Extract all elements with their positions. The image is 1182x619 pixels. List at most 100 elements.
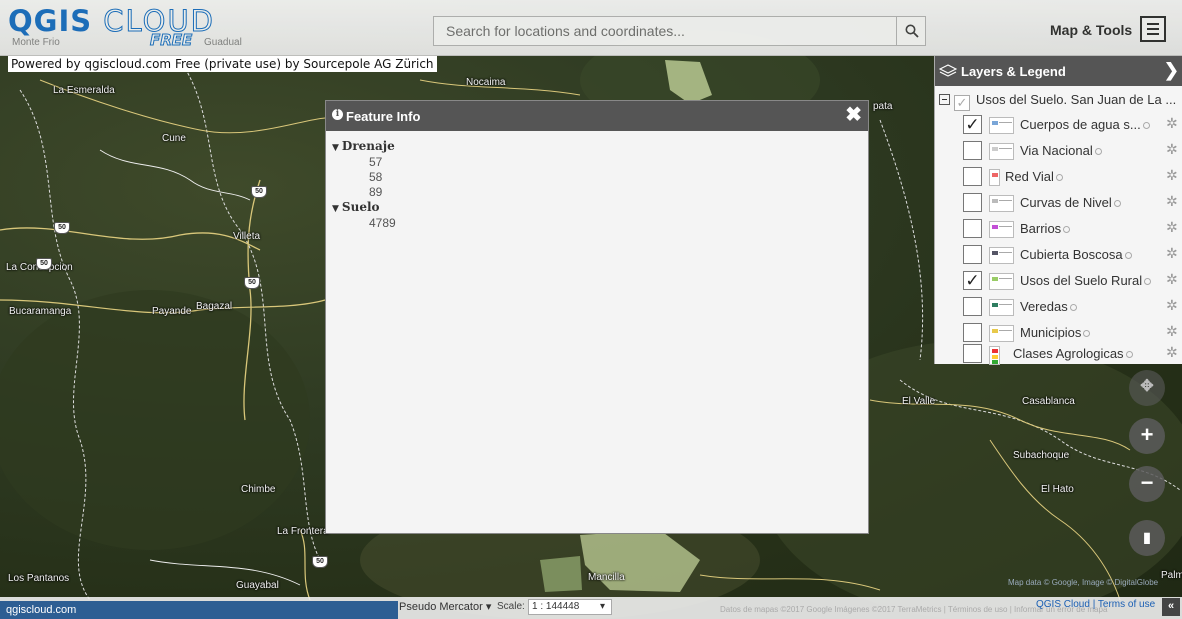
place-label: Palm (1161, 570, 1182, 581)
collapse-icon[interactable] (939, 94, 950, 105)
place-label: Bagazal (196, 301, 233, 312)
gear-icon[interactable]: ✲ (1166, 344, 1178, 361)
app-header: QGIS CLOUD FREE Monte Frio Guadual Map &… (0, 0, 1182, 56)
crs-selector[interactable]: Pseudo Mercator ▾ (399, 600, 491, 613)
gear-icon[interactable]: ✲ (1166, 271, 1178, 288)
legend-thumbnail (989, 169, 1000, 186)
gear-icon[interactable]: ✲ (1166, 115, 1178, 132)
layer-group-root[interactable]: ✓ Usos del Suelo. San Juan de La ... (939, 92, 1176, 111)
legend-thumbnail (989, 117, 1014, 134)
place-label: Nocaima (466, 77, 506, 88)
place-label: El Hato (1041, 484, 1074, 495)
layer-checkbox[interactable] (963, 219, 982, 238)
feature-info-dialog: i Feature Info ✖ ▼ Drenaje 57 58 89 ▼ Suel… (325, 100, 869, 534)
gear-icon[interactable]: ✲ (1166, 193, 1178, 210)
feature-info-title: Feature Info (346, 109, 421, 124)
info-dot-icon[interactable] (1055, 174, 1063, 181)
gear-icon[interactable]: ✲ (1166, 245, 1178, 262)
info-dot-icon[interactable] (1125, 351, 1133, 358)
map-tools-label[interactable]: Map & Tools (1050, 22, 1132, 38)
layer-checkbox[interactable] (963, 323, 982, 342)
layers-panel-header[interactable]: Layers & Legend ❯ (935, 56, 1182, 86)
place-label: Chimbe (241, 484, 276, 495)
info-dot-icon[interactable] (1113, 200, 1121, 207)
qgis-cloud-logo[interactable]: QGIS CLOUD FREE Monte Frio Guadual (8, 4, 242, 52)
road-shield: 50 (251, 186, 267, 198)
layer-row-veredas[interactable]: Veredas ✲ (963, 294, 1181, 320)
layer-checkbox[interactable]: ✓ (963, 271, 982, 290)
legend-thumbnail (989, 325, 1014, 342)
crosshair-icon: ✥ (1140, 378, 1154, 395)
legend-thumbnail (989, 143, 1014, 160)
chevron-right-icon[interactable]: ❯ (1164, 60, 1179, 81)
info-dot-icon[interactable] (1144, 278, 1152, 285)
layer-row-cubierta-boscosa[interactable]: Cubierta Boscosa ✲ (963, 242, 1181, 268)
info-icon: i (332, 109, 343, 120)
layer-row-via-nacional[interactable]: Via Nacional ✲ (963, 138, 1181, 164)
layer-row-curvas-de-nivel[interactable]: Curvas de Nivel ✲ (963, 190, 1181, 216)
info-dot-icon[interactable] (1094, 148, 1102, 155)
overlay-place-label: Guadual (204, 37, 242, 48)
group-checkbox[interactable]: ✓ (954, 95, 970, 111)
layer-checkbox[interactable] (963, 245, 982, 264)
feature-info-tree: ▼ Drenaje 57 58 89 ▼ Suelo 4789 (326, 131, 868, 231)
feature-info-titlebar[interactable]: i Feature Info ✖ (326, 101, 868, 131)
gear-icon[interactable]: ✲ (1166, 219, 1178, 236)
logo-free-badge: FREE (149, 31, 193, 50)
road-shield: 50 (54, 222, 70, 234)
layer-checkbox[interactable] (963, 193, 982, 212)
layers-panel-title: Layers & Legend (961, 64, 1066, 79)
zoom-out-button[interactable]: − (1129, 466, 1165, 502)
collapse-footer-button[interactable]: « (1162, 598, 1180, 616)
place-label: El Valle (902, 396, 936, 407)
layer-checkbox[interactable] (963, 297, 982, 316)
legend-thumbnail (989, 221, 1014, 238)
info-dot-icon[interactable] (1124, 252, 1132, 259)
layer-row-clases-agrologicas[interactable]: Clases Agrologicas ✲ (963, 341, 1181, 367)
footer-links[interactable]: QGIS Cloud | Terms of use (1036, 599, 1155, 610)
place-label: Payande (152, 306, 192, 317)
info-dot-icon[interactable] (1069, 304, 1077, 311)
search-button[interactable] (896, 16, 926, 46)
tree-group-suelo[interactable]: ▼ Suelo (332, 200, 868, 216)
layers-icon (939, 64, 957, 77)
info-dot-icon[interactable] (1142, 122, 1150, 129)
search-input[interactable] (433, 16, 896, 46)
gear-icon[interactable]: ✲ (1166, 323, 1178, 340)
hamburger-icon (1147, 23, 1159, 25)
legend-thumbnail (989, 346, 1000, 365)
menu-button[interactable] (1140, 16, 1166, 42)
info-dot-icon[interactable] (1063, 226, 1071, 233)
gear-icon[interactable]: ✲ (1166, 167, 1178, 184)
scale-selector[interactable]: 1 : 144448 ▾ (528, 599, 612, 615)
legend-thumbnail (989, 273, 1014, 290)
document-icon: ▮ (1143, 529, 1151, 545)
gear-icon[interactable]: ✲ (1166, 297, 1178, 314)
status-bar: qgiscloud.com Pseudo Mercator ▾ Scale: 1… (0, 597, 1182, 619)
attribution-banner: Powered by qgiscloud.com Free (private u… (8, 56, 437, 72)
layer-row-red-vial[interactable]: Red Vial ✲ (963, 164, 1181, 190)
layer-checkbox[interactable] (963, 167, 982, 186)
layer-row-cuerpos-de-agua[interactable]: ✓ Cuerpos de agua s... ✲ (963, 112, 1181, 138)
info-dot-icon[interactable] (1083, 330, 1091, 337)
tree-value: 4789 (369, 216, 396, 230)
road-shield: 50 (244, 277, 260, 289)
layer-row-barrios[interactable]: Barrios ✲ (963, 216, 1181, 242)
site-url[interactable]: qgiscloud.com (0, 601, 398, 619)
print-button[interactable]: ▮ (1129, 520, 1165, 556)
tree-group-drenaje[interactable]: ▼ Drenaje (332, 139, 868, 155)
layer-checkbox[interactable] (963, 141, 982, 160)
layer-checkbox[interactable] (963, 344, 982, 363)
road-shield: 50 (312, 556, 328, 568)
layer-row-usos-del-suelo-rural[interactable]: ✓ Usos del Suelo Rural ✲ (963, 268, 1181, 294)
tree-value: 57 (369, 155, 383, 169)
legend-thumbnail (989, 195, 1014, 212)
gear-icon[interactable]: ✲ (1166, 141, 1178, 158)
place-label: La Frontera (277, 526, 329, 537)
layer-checkbox[interactable]: ✓ (963, 115, 982, 134)
place-label: Villeta (233, 231, 261, 242)
close-icon[interactable]: ✖ (845, 105, 862, 125)
legend-thumbnail (989, 247, 1014, 264)
zoom-in-button[interactable]: + (1129, 418, 1165, 454)
geolocate-button[interactable]: ✥ (1129, 370, 1165, 406)
